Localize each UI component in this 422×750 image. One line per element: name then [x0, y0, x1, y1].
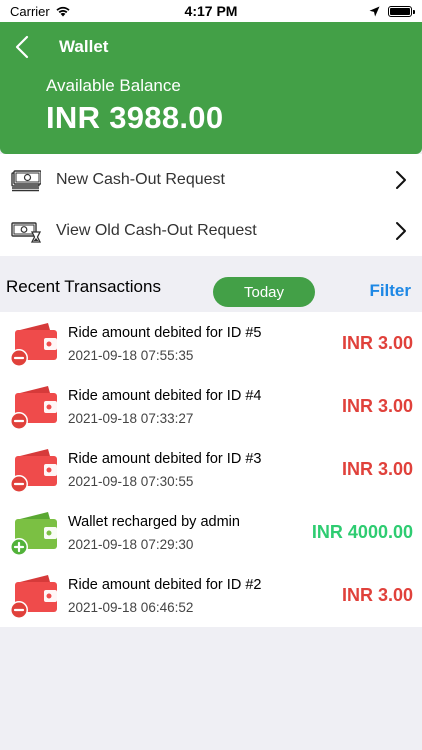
chevron-right-icon: [396, 170, 406, 189]
transaction-row[interactable]: Ride amount debited for ID #5 2021-09-18…: [0, 312, 422, 375]
transaction-amount: INR 3.00: [341, 396, 413, 416]
cash-history-icon: [11, 221, 41, 243]
transaction-amount: INR 3.00: [341, 459, 413, 479]
wallet-debit-icon: [10, 449, 57, 493]
today-button[interactable]: Today: [213, 277, 315, 307]
recent-transactions-header: Recent Transactions Today Filter: [0, 262, 422, 312]
page-title: Wallet: [59, 37, 109, 56]
chevron-right-icon: [396, 221, 406, 240]
wifi-icon: [56, 6, 70, 17]
cash-icon: [11, 169, 41, 191]
menu-label-old-cashout: View Old Cash-Out Request: [56, 221, 257, 239]
transaction-date: 2021-09-18 07:55:35: [68, 348, 194, 363]
transaction-row[interactable]: Ride amount debited for ID #4 2021-09-18…: [0, 375, 422, 438]
transaction-list: Ride amount debited for ID #5 2021-09-18…: [0, 312, 422, 627]
status-right: [369, 5, 415, 17]
recent-transactions-title: Recent Transactions: [6, 277, 161, 296]
balance-value: INR 3988.00: [46, 100, 224, 135]
transaction-row[interactable]: Ride amount debited for ID #3 2021-09-18…: [0, 438, 422, 501]
balance-label: Available Balance: [46, 76, 181, 95]
transaction-date: 2021-09-18 07:29:30: [68, 537, 194, 552]
transaction-title: Ride amount debited for ID #3: [68, 451, 262, 467]
menu-label-new-cashout: New Cash-Out Request: [56, 170, 225, 188]
transaction-title: Ride amount debited for ID #4: [68, 388, 262, 404]
transaction-amount: INR 4000.00: [311, 522, 413, 542]
back-button[interactable]: [2, 22, 42, 72]
carrier-label: Carrier: [10, 3, 50, 19]
transaction-title: Ride amount debited for ID #5: [68, 325, 262, 341]
status-time: 4:17 PM: [184, 3, 238, 19]
wallet-debit-icon: [10, 323, 57, 367]
status-left: Carrier: [10, 4, 71, 19]
transaction-title: Wallet recharged by admin: [68, 514, 240, 530]
menu-item-new-cashout[interactable]: New Cash-Out Request: [0, 154, 422, 205]
wallet-credit-icon: [10, 512, 57, 556]
transaction-row[interactable]: Ride amount debited for ID #2 2021-09-18…: [0, 564, 422, 627]
transaction-amount: INR 3.00: [341, 333, 413, 353]
status-bar: Carrier 4:17 PM: [0, 0, 422, 22]
chevron-left-icon: [15, 35, 29, 59]
filter-button[interactable]: Filter: [369, 281, 411, 301]
nav-bar: Wallet: [0, 22, 422, 72]
transaction-date: 2021-09-18 06:46:52: [68, 600, 194, 615]
cashout-menu: New Cash-Out Request View Old Cash-Out R…: [0, 154, 422, 256]
transaction-amount: INR 3.00: [341, 585, 413, 605]
menu-item-old-cashout[interactable]: View Old Cash-Out Request: [0, 205, 422, 256]
transaction-date: 2021-09-18 07:30:55: [68, 474, 194, 489]
transaction-row[interactable]: Wallet recharged by admin 2021-09-18 07:…: [0, 501, 422, 564]
wallet-debit-icon: [10, 575, 57, 619]
location-arrow-icon: [369, 6, 380, 16]
battery-icon: [388, 5, 415, 17]
wallet-debit-icon: [10, 386, 57, 430]
transaction-date: 2021-09-18 07:33:27: [68, 411, 194, 426]
transaction-title: Ride amount debited for ID #2: [68, 577, 262, 593]
balance-card: Available Balance INR 3988.00: [0, 72, 422, 154]
